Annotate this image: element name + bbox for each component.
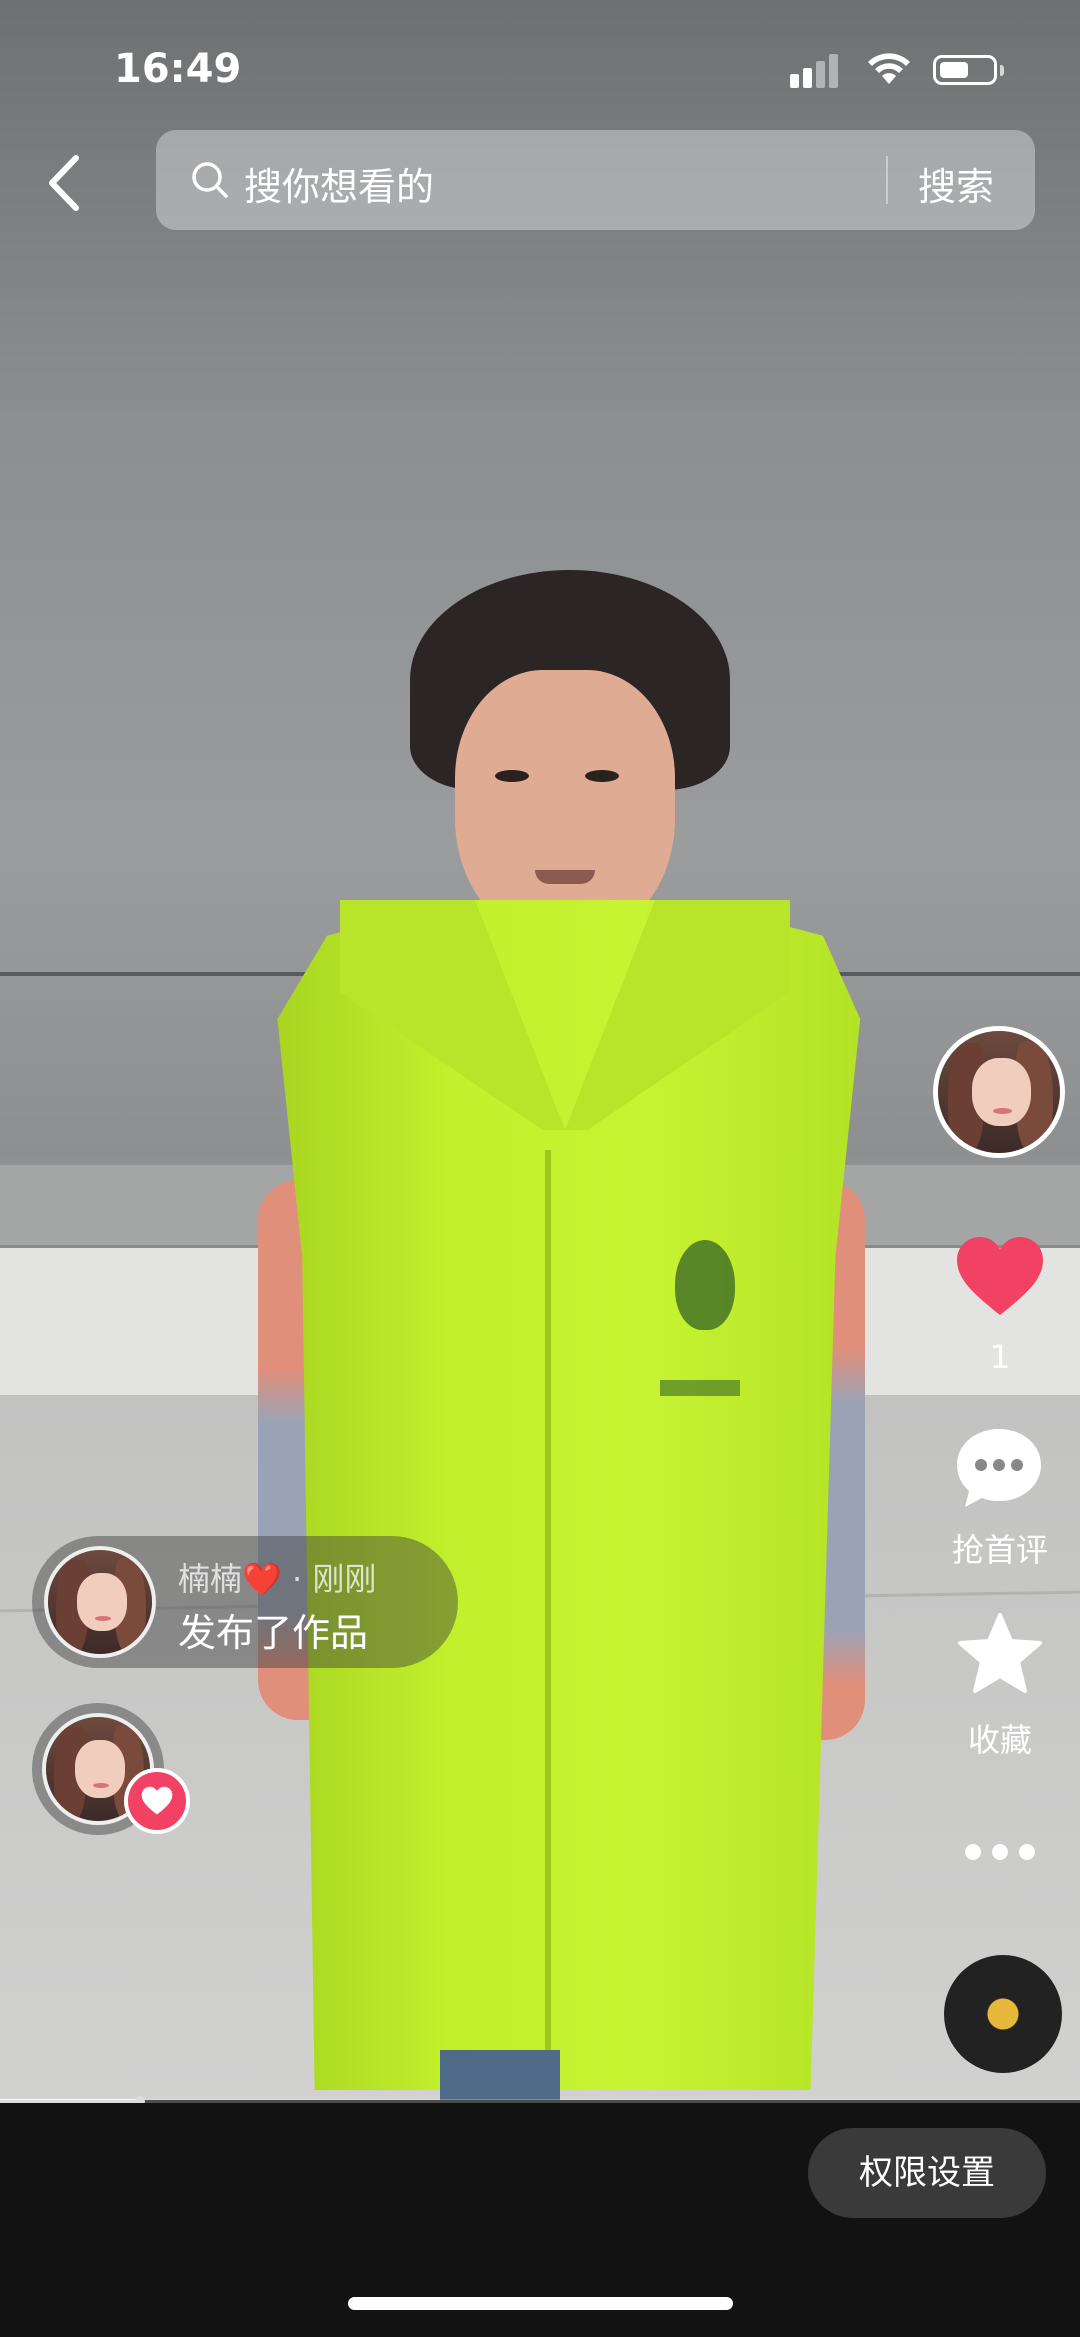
comment-label[interactable]: 抢首评	[930, 1525, 1070, 1571]
author-avatar[interactable]	[933, 1026, 1065, 1158]
follow-heart-badge[interactable]	[124, 1768, 190, 1834]
notification-action-text: 发布了作品	[178, 1611, 369, 1655]
child-face	[455, 670, 675, 940]
wifi-icon	[868, 53, 910, 84]
battery-tip	[1000, 65, 1004, 76]
search-icon	[192, 162, 228, 198]
favorite-label[interactable]: 收藏	[930, 1715, 1070, 1761]
home-indicator[interactable]	[348, 2297, 733, 2310]
status-time: 16:49	[114, 46, 242, 92]
search-button[interactable]: 搜索	[918, 156, 994, 211]
child-eye-right	[585, 770, 619, 782]
child-eye-left	[495, 770, 529, 782]
follow-avatar-button[interactable]	[32, 1703, 190, 1835]
permission-settings-button[interactable]: 权限设置	[808, 2128, 1046, 2218]
vest-zipper	[545, 1150, 551, 2080]
like-count: 1	[989, 1338, 1011, 1376]
notification-user-name: 楠楠	[178, 1560, 243, 1598]
music-disc-icon[interactable]	[944, 1955, 1062, 2073]
star-icon[interactable]	[956, 1612, 1044, 1696]
search-input[interactable]: 搜你想看的 搜索	[156, 130, 1035, 230]
more-icon[interactable]	[963, 1842, 1037, 1862]
child-mouth	[535, 870, 595, 884]
green-vest	[277, 900, 861, 2090]
notification-header: 楠楠❤️ · 刚刚	[178, 1554, 376, 1600]
vest-logo	[675, 1240, 735, 1330]
notification-separator: ·	[292, 1560, 303, 1598]
notification-time: 刚刚	[312, 1560, 377, 1598]
heart-emoji: ❤️	[242, 1560, 282, 1598]
back-icon[interactable]	[40, 150, 90, 216]
heart-badge-icon	[141, 1786, 173, 1815]
publish-notification[interactable]: 楠楠❤️ · 刚刚 发布了作品	[32, 1536, 458, 1668]
vest-logo-text	[660, 1380, 740, 1396]
comment-icon[interactable]	[953, 1425, 1045, 1511]
notification-avatar	[44, 1546, 156, 1658]
search-placeholder: 搜你想看的	[244, 165, 435, 209]
battery-icon	[933, 55, 997, 85]
jeans	[440, 2050, 560, 2100]
heart-icon[interactable]	[955, 1235, 1045, 1319]
search-divider	[886, 156, 888, 204]
